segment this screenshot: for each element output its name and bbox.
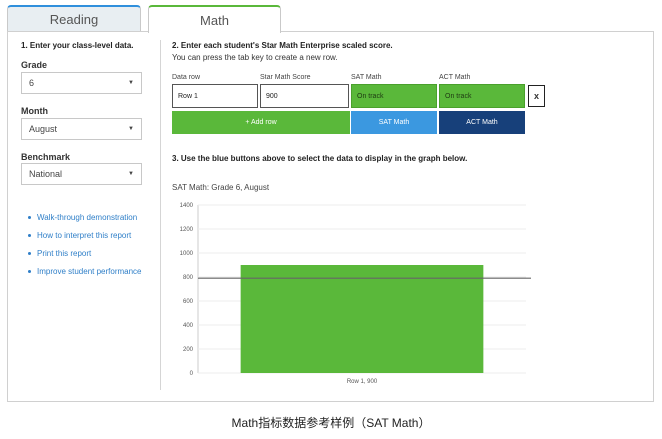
y-tick-label: 1200	[180, 227, 194, 233]
act-status: On track	[439, 84, 525, 108]
col-header-sat: SAT Math	[351, 74, 382, 81]
month-label: Month	[21, 106, 48, 116]
bullet-icon	[28, 215, 31, 219]
help-links: Walk-through demonstration How to interp…	[28, 208, 142, 280]
bullet-icon	[28, 251, 31, 255]
tab-reading-label: Reading	[49, 12, 99, 27]
y-tick-label: 0	[190, 371, 194, 377]
bullet-icon	[28, 233, 31, 237]
step2-subtext: You can press the tab key to create a ne…	[172, 53, 338, 62]
col-header-data-row: Data row	[172, 74, 201, 81]
month-value: August	[29, 124, 58, 134]
col-header-score: Star Math Score	[260, 74, 311, 81]
link-improve[interactable]: Improve student performance	[28, 262, 142, 280]
tab-math-label: Math	[200, 12, 229, 28]
math-panel: 1. Enter your class-level data. Grade 6 …	[7, 31, 654, 402]
y-tick-label: 600	[183, 299, 194, 305]
bullet-icon	[28, 269, 31, 273]
grade-value: 6	[29, 78, 35, 88]
y-tick-label: 400	[183, 323, 194, 329]
month-select[interactable]: August ▼	[21, 118, 142, 140]
tab-math[interactable]: Math	[148, 5, 281, 33]
step1-heading: 1. Enter your class-level data.	[21, 41, 134, 50]
col-header-act: ACT Math	[439, 74, 471, 81]
grade-label: Grade	[21, 60, 48, 70]
act-math-button[interactable]: ACT Math	[439, 111, 525, 134]
score-input[interactable]: 900	[260, 84, 349, 108]
link-print[interactable]: Print this report	[28, 244, 142, 262]
bar-chart: 0 200 400 600 800 1000 1200 1400 Row 1, 900	[180, 203, 531, 385]
step2-heading: 2. Enter each student's Star Math Enterp…	[172, 41, 393, 50]
remove-row-button[interactable]: x	[528, 85, 545, 107]
data-row-input[interactable]: Row 1	[172, 84, 258, 108]
grade-select[interactable]: 6 ▼	[21, 72, 142, 94]
figure-caption: Math指标数据参考样例（SAT Math）	[231, 416, 431, 430]
benchmark-select[interactable]: National ▼	[21, 163, 142, 185]
sat-status: On track	[351, 84, 437, 108]
link-walkthrough[interactable]: Walk-through demonstration	[28, 208, 142, 226]
x-tick-label: Row 1, 900	[347, 379, 378, 385]
benchmark-label: Benchmark	[21, 152, 71, 162]
chevron-down-icon: ▼	[128, 80, 134, 86]
y-tick-label: 1000	[180, 251, 194, 257]
sat-math-button[interactable]: SAT Math	[351, 111, 437, 134]
chevron-down-icon: ▼	[128, 126, 134, 132]
benchmark-value: National	[29, 169, 63, 179]
step3-heading: 3. Use the blue buttons above to select …	[172, 154, 468, 163]
y-tick-label: 1400	[180, 203, 194, 209]
bar	[240, 265, 484, 373]
link-interpret[interactable]: How to interpret this report	[28, 226, 142, 244]
chevron-down-icon: ▼	[128, 171, 134, 177]
y-tick-label: 200	[183, 347, 194, 353]
tab-reading[interactable]: Reading	[7, 5, 141, 32]
chart-title: SAT Math: Grade 6, August	[172, 183, 270, 192]
y-tick-label: 800	[183, 275, 194, 281]
add-row-button[interactable]: + Add row	[172, 111, 350, 134]
